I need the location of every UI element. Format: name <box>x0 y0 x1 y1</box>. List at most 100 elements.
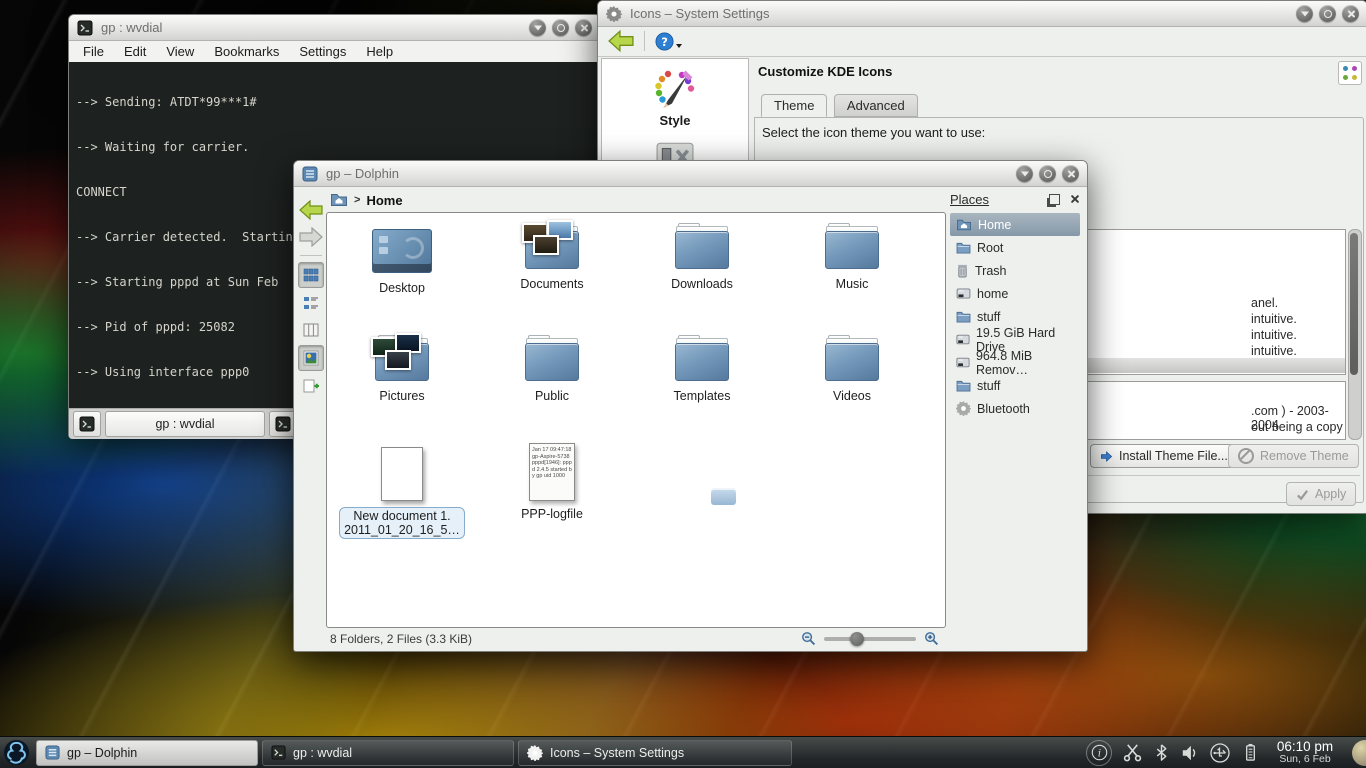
close-button[interactable] <box>1062 165 1079 182</box>
terminal-icon <box>79 416 95 432</box>
tab-theme[interactable]: Theme <box>761 94 827 117</box>
hard-drive-icon <box>956 334 970 345</box>
columns-view-button[interactable] <box>299 318 323 342</box>
maximize-button[interactable] <box>552 19 569 36</box>
place-item-home-drive[interactable]: home <box>950 282 1080 305</box>
help-button[interactable] <box>655 32 682 51</box>
places-list: Home Root Trash home stuff <box>950 213 1080 420</box>
back-button[interactable] <box>299 198 323 222</box>
info-icon <box>1091 744 1108 761</box>
dolphin-window[interactable]: gp – Dolphin > Home <box>293 160 1088 652</box>
folder-item-music[interactable]: Music <box>782 221 922 291</box>
task-terminal[interactable]: gp : wvdial <box>262 740 514 766</box>
zoom-out-icon[interactable] <box>801 631 816 646</box>
file-item-new-document[interactable]: New document 1. 2011_01_20_16_5… <box>332 441 472 539</box>
place-item-bluetooth[interactable]: Bluetooth <box>950 397 1080 420</box>
menu-view[interactable]: View <box>166 44 194 59</box>
battery-icon[interactable] <box>1241 743 1260 762</box>
new-tab-button[interactable] <box>73 411 101 437</box>
desktop-wallpaper: gp : wvdial File Edit View Bookmarks Set… <box>0 0 1366 768</box>
theme-list-scrollbar[interactable] <box>1348 229 1362 440</box>
theme-list-text-fragment: intuitive. <box>1251 328 1297 342</box>
close-panel-icon[interactable] <box>1070 194 1080 204</box>
sidebar-item-label: Style <box>602 113 748 128</box>
folder-icon <box>675 229 729 269</box>
float-panel-icon[interactable] <box>1049 194 1060 205</box>
place-item-root[interactable]: Root <box>950 236 1080 259</box>
scrollbar-thumb[interactable] <box>1350 233 1358 375</box>
menu-settings[interactable]: Settings <box>299 44 346 59</box>
shade-button[interactable] <box>1296 5 1313 22</box>
launcher-logo-icon <box>3 739 30 766</box>
clock[interactable]: 06:10 pm Sun, 6 Feb <box>1268 740 1342 765</box>
breadcrumb[interactable]: > Home <box>330 189 403 211</box>
zoom-slider-handle[interactable] <box>850 632 864 646</box>
folder-item-templates[interactable]: Templates <box>632 333 772 403</box>
menu-edit[interactable]: Edit <box>124 44 146 59</box>
menu-help[interactable]: Help <box>366 44 393 59</box>
notifications-tray-icon[interactable] <box>1086 740 1112 766</box>
zoom-slider[interactable] <box>824 637 916 641</box>
style-icon <box>653 67 697 111</box>
close-button[interactable] <box>575 19 592 36</box>
settings-titlebar[interactable]: Icons – System Settings <box>598 1 1366 27</box>
apply-button[interactable]: Apply <box>1286 482 1356 506</box>
place-item-stuff2[interactable]: stuff <box>950 374 1080 397</box>
back-button[interactable] <box>608 30 634 52</box>
place-item-removable[interactable]: 964.8 MiB Remov… <box>950 351 1080 374</box>
terminal-tab[interactable]: gp : wvdial <box>105 411 265 437</box>
preview-toggle-button[interactable] <box>298 345 324 371</box>
desktop-folder-icon <box>372 229 432 273</box>
task-dolphin[interactable]: gp – Dolphin <box>36 740 258 766</box>
icons-view-icon <box>302 266 320 284</box>
dolphin-titlebar[interactable]: gp – Dolphin <box>294 161 1087 187</box>
zoom-in-icon[interactable] <box>924 631 939 646</box>
folder-item-videos[interactable]: Videos <box>782 333 922 403</box>
task-system-settings[interactable]: Icons – System Settings <box>518 740 792 766</box>
folder-icon <box>956 380 971 392</box>
theme-list-text-fragment: intuitive. <box>1251 344 1297 358</box>
folder-item-desktop[interactable]: Desktop <box>332 221 472 295</box>
folder-label: Downloads <box>632 277 772 291</box>
maximize-button[interactable] <box>1039 165 1056 182</box>
settings-toolbar <box>598 26 1366 57</box>
icons-view-button[interactable] <box>298 262 324 288</box>
file-item-ppp-logfile[interactable]: Jan 17 09:47:18 gp-Aspire-5738 pppd[1946… <box>482 441 622 521</box>
place-item-home[interactable]: Home <box>950 213 1080 236</box>
bluetooth-icon[interactable] <box>1153 744 1170 761</box>
blank-document-icon <box>381 447 423 501</box>
remove-theme-button[interactable]: Remove Theme <box>1228 444 1359 468</box>
details-view-button[interactable] <box>299 291 323 315</box>
install-theme-button[interactable]: Install Theme File... <box>1090 444 1238 468</box>
gear-icon <box>606 6 622 22</box>
install-theme-label: Install Theme File... <box>1119 449 1228 463</box>
home-folder-icon[interactable] <box>330 192 348 208</box>
folder-item-documents[interactable]: Documents <box>482 221 622 291</box>
menu-file[interactable]: File <box>83 44 104 59</box>
split-view-button[interactable] <box>299 374 323 398</box>
shade-button[interactable] <box>529 19 546 36</box>
tab-advanced[interactable]: Advanced <box>834 94 918 117</box>
shade-button[interactable] <box>1016 165 1033 182</box>
place-item-trash[interactable]: Trash <box>950 259 1080 282</box>
terminal-menubar: File Edit View Bookmarks Settings Help <box>69 41 600 62</box>
volume-icon[interactable] <box>1181 744 1199 762</box>
breadcrumb-current[interactable]: Home <box>366 193 402 208</box>
panel-cashew[interactable] <box>1348 737 1366 768</box>
terminal-tab-label: gp : wvdial <box>155 417 214 431</box>
folder-label: Templates <box>632 389 772 403</box>
menu-bookmarks[interactable]: Bookmarks <box>214 44 279 59</box>
maximize-button[interactable] <box>1319 5 1336 22</box>
sidebar-item-style[interactable]: Style <box>602 59 748 128</box>
folder-item-pictures[interactable]: Pictures <box>332 333 472 403</box>
gear-icon <box>956 401 971 416</box>
close-button[interactable] <box>1342 5 1359 22</box>
folder-item-downloads[interactable]: Downloads <box>632 221 772 291</box>
folder-item-public[interactable]: Public <box>482 333 622 403</box>
klipper-scissors-icon[interactable] <box>1123 743 1142 762</box>
folder-view[interactable]: Desktop Documents Downloads Music <box>326 212 946 628</box>
forward-button[interactable] <box>299 225 323 249</box>
terminal-titlebar[interactable]: gp : wvdial <box>69 15 600 41</box>
launcher-button[interactable] <box>3 739 30 766</box>
usb-device-icon[interactable] <box>1210 743 1230 763</box>
